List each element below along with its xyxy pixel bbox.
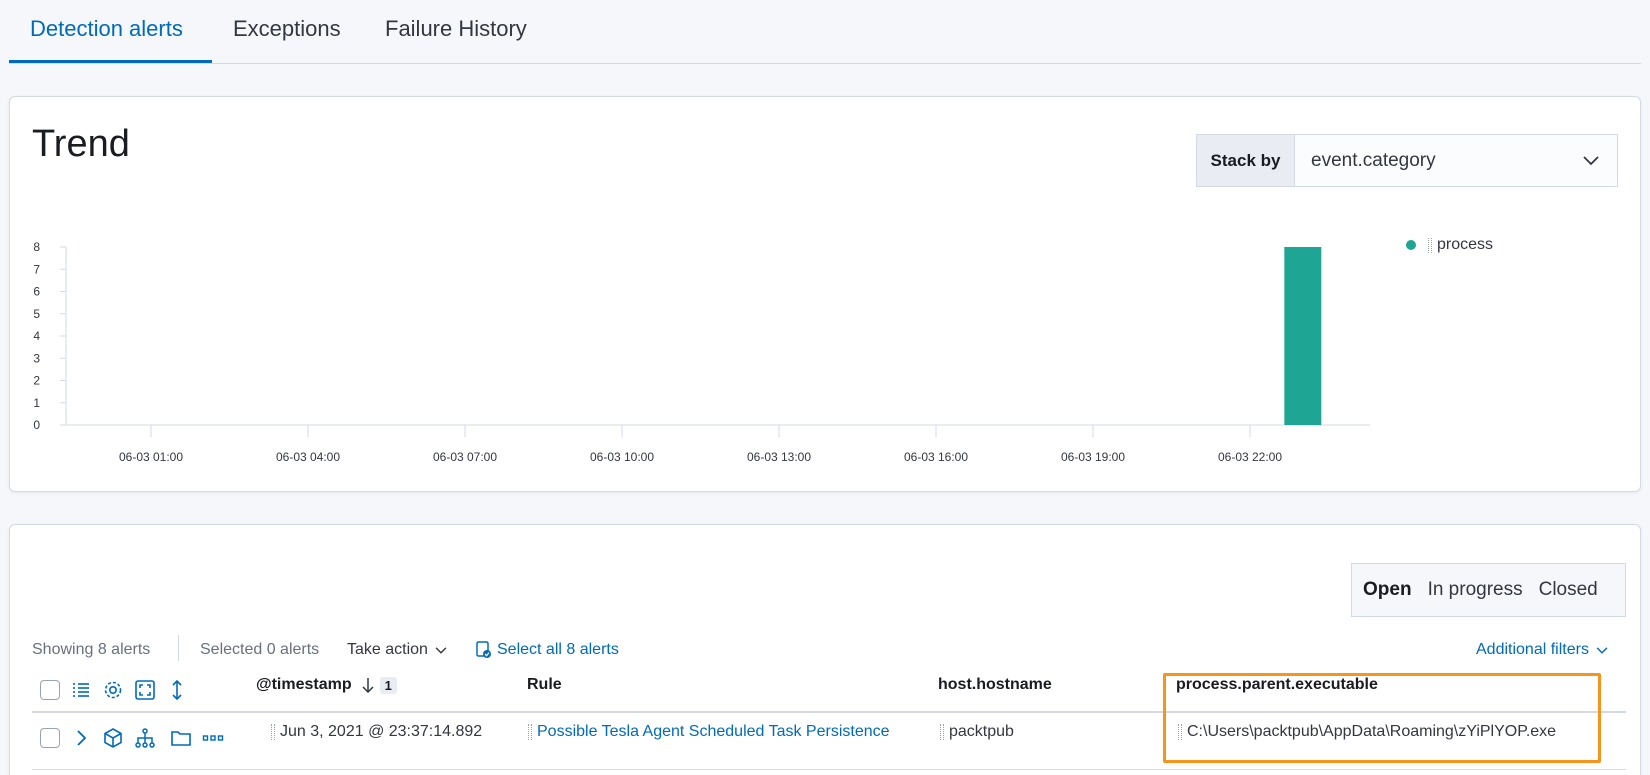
column-header-timestamp[interactable]: @timestamp 1 <box>256 676 397 694</box>
x-tick-label: 06-03 01:00 <box>119 450 183 464</box>
y-tick-label: 0 <box>33 418 40 432</box>
column-header-rule[interactable]: Rule <box>527 676 562 694</box>
y-tick-label: 7 <box>33 262 40 276</box>
drag-handle-icon <box>271 724 275 740</box>
take-action-label: Take action <box>347 641 428 658</box>
y-tick-label: 3 <box>33 351 40 365</box>
chart-legend[interactable]: process <box>1406 236 1493 254</box>
arrow-down-icon <box>362 678 374 693</box>
select-all-checkbox[interactable] <box>40 680 60 700</box>
highlight-box <box>1163 673 1601 763</box>
x-tick-label: 06-03 07:00 <box>433 450 497 464</box>
y-tick-label: 5 <box>33 307 40 321</box>
y-tick-label: 8 <box>33 240 40 254</box>
additional-filters-label: Additional filters <box>1476 641 1589 658</box>
status-open-button[interactable]: Open <box>1363 579 1412 601</box>
tab-exceptions[interactable]: Exceptions <box>233 16 341 42</box>
y-tick-label: 1 <box>33 396 40 410</box>
legend-dot <box>1406 240 1416 250</box>
list-icon[interactable] <box>70 679 92 701</box>
sort-order-badge: 1 <box>379 676 397 694</box>
drag-handle-icon <box>528 724 532 740</box>
row-host: packtpub <box>940 723 1014 741</box>
folder-icon[interactable] <box>170 727 192 749</box>
tab-bar: Detection alerts Exceptions Failure Hist… <box>9 0 1641 64</box>
timestamp-header-label: @timestamp <box>256 676 352 693</box>
y-tick-label: 2 <box>33 374 40 388</box>
x-tick-label: 06-03 13:00 <box>747 450 811 464</box>
additional-filters-button[interactable]: Additional filters <box>1476 641 1609 659</box>
utility-divider <box>178 635 179 661</box>
x-tick-label: 06-03 04:00 <box>276 450 340 464</box>
drag-handle-icon <box>1428 237 1432 253</box>
tab-detection-alerts[interactable]: Detection alerts <box>30 16 183 42</box>
bar-process <box>1284 247 1322 425</box>
timestamp-value: Jun 3, 2021 @ 23:37:14.892 <box>280 723 483 740</box>
x-tick-label: 06-03 22:00 <box>1218 450 1282 464</box>
take-action-button[interactable]: Take action <box>347 641 448 659</box>
row-checkbox[interactable] <box>40 728 60 748</box>
chevron-down-icon <box>435 647 447 654</box>
y-tick-label: 4 <box>33 329 40 343</box>
more-icon[interactable] <box>202 727 224 749</box>
hierarchy-icon[interactable] <box>134 727 156 749</box>
select-all-icon <box>476 641 491 658</box>
fullscreen-icon[interactable] <box>134 679 156 701</box>
tab-failure-history[interactable]: Failure History <box>385 16 527 42</box>
gear-icon[interactable] <box>102 679 124 701</box>
selected-alerts-count: Selected 0 alerts <box>200 641 320 658</box>
rule-link[interactable]: Possible Tesla Agent Scheduled Task Pers… <box>537 723 890 741</box>
row-divider <box>32 769 1626 770</box>
host-value: packtpub <box>949 723 1014 740</box>
y-tick-label: 6 <box>33 285 40 299</box>
chevron-down-icon <box>1596 647 1608 654</box>
cube-icon[interactable] <box>102 727 124 749</box>
x-tick-label: 06-03 19:00 <box>1061 450 1125 464</box>
x-tick-label: 06-03 10:00 <box>590 450 654 464</box>
status-filter-group: Open In progress Closed <box>1351 563 1626 617</box>
select-all-alerts-button[interactable]: Select all 8 alerts <box>476 641 619 659</box>
trend-panel: Trend Stack by event.category 0123456780… <box>9 96 1641 492</box>
showing-alerts-count: Showing 8 alerts <box>32 641 151 658</box>
legend-item-process[interactable]: process <box>1437 236 1493 254</box>
active-tab-indicator <box>9 60 212 63</box>
x-tick-label: 06-03 16:00 <box>904 450 968 464</box>
trend-chart: 0 1 2 3 4 5 6 7 8 06-03 01:00 06-03 04:00 06-03 07:… <box>33 240 1370 464</box>
sort-icon[interactable] <box>166 679 188 701</box>
row-timestamp: Jun 3, 2021 @ 23:37:14.892 <box>271 723 482 741</box>
status-closed-button[interactable]: Closed <box>1539 579 1598 601</box>
row-rule[interactable]: Possible Tesla Agent Scheduled Task Pers… <box>528 723 890 741</box>
status-in-progress-button[interactable]: In progress <box>1428 579 1523 601</box>
expand-icon[interactable] <box>70 727 92 749</box>
column-header-host[interactable]: host.hostname <box>938 676 1052 694</box>
drag-handle-icon <box>940 724 944 740</box>
select-all-label: Select all 8 alerts <box>497 641 619 658</box>
